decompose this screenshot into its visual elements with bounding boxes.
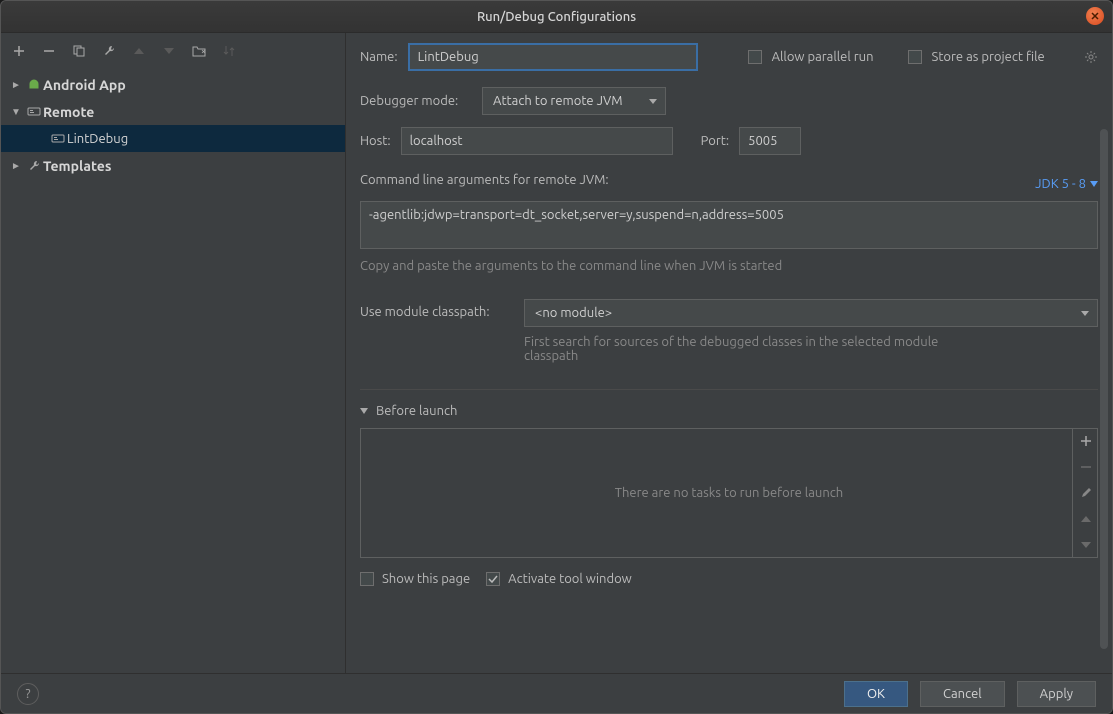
help-icon[interactable]: ? <box>17 683 39 705</box>
right-panel: Name: Allow parallel run Store as projec… <box>346 33 1112 673</box>
wrench-icon[interactable] <box>101 43 117 59</box>
remote-config-icon <box>49 134 67 144</box>
name-input[interactable] <box>408 43 698 71</box>
module-classpath-select[interactable]: <no module> <box>524 299 1098 327</box>
titlebar[interactable]: Run/Debug Configurations <box>1 1 1112 33</box>
before-launch-tasks: There are no tasks to run before launch <box>360 428 1098 558</box>
chevron-right-icon: ► <box>11 160 25 172</box>
tree-label: Templates <box>43 158 111 174</box>
move-task-down-icon[interactable] <box>1073 532 1098 558</box>
before-launch-label: Before launch <box>376 404 457 418</box>
window-title: Run/Debug Configurations <box>477 10 636 24</box>
debugger-mode-value: Attach to remote JVM <box>493 94 623 108</box>
divider <box>360 389 1098 390</box>
cmdline-label: Command line arguments for remote JVM: <box>360 173 609 187</box>
config-toolbar <box>1 33 345 69</box>
before-launch-toolbar <box>1072 428 1098 558</box>
left-panel: ► Android App ▼ Remote LintDebug ► Templ… <box>1 33 346 673</box>
dialog-window: Run/Debug Configurations ► Android A <box>0 0 1113 714</box>
debugger-mode-label: Debugger mode: <box>360 94 472 108</box>
name-label: Name: <box>360 50 398 64</box>
close-icon[interactable] <box>1086 7 1104 25</box>
copy-icon[interactable] <box>71 43 87 59</box>
cancel-button[interactable]: Cancel <box>920 681 1005 707</box>
tree-item-android-app[interactable]: ► Android App <box>1 71 345 98</box>
show-page-label[interactable]: Show this page <box>382 572 470 586</box>
allow-parallel-checkbox[interactable] <box>748 50 762 64</box>
tree-item-remote[interactable]: ▼ Remote <box>1 98 345 125</box>
tree-label: LintDebug <box>67 132 128 146</box>
port-input[interactable] <box>739 127 801 155</box>
scrollbar[interactable] <box>1100 129 1108 669</box>
android-icon <box>25 79 43 91</box>
chevron-down-icon: ▼ <box>11 106 25 118</box>
sort-icon[interactable] <box>221 43 237 59</box>
no-tasks-text: There are no tasks to run before launch <box>615 486 843 500</box>
move-task-up-icon[interactable] <box>1073 506 1098 532</box>
tree-label: Remote <box>43 104 94 120</box>
gear-icon[interactable] <box>1084 50 1098 64</box>
chevron-right-icon: ► <box>11 79 25 91</box>
activate-tool-label[interactable]: Activate tool window <box>508 572 632 586</box>
store-project-label[interactable]: Store as project file <box>932 50 1045 64</box>
host-input[interactable] <box>401 127 673 155</box>
before-launch-header[interactable]: Before launch <box>360 404 1098 418</box>
config-tree: ► Android App ▼ Remote LintDebug ► Templ… <box>1 69 345 673</box>
remove-task-icon[interactable] <box>1073 454 1098 480</box>
dialog-footer: ? OK Cancel Apply <box>1 673 1112 713</box>
activate-tool-checkbox[interactable] <box>486 572 500 586</box>
module-classpath-value: <no module> <box>535 306 612 320</box>
store-project-checkbox[interactable] <box>908 50 922 64</box>
cmdline-args-text[interactable]: -agentlib:jdwp=transport=dt_socket,serve… <box>360 201 1098 249</box>
wrench-icon <box>25 160 43 172</box>
add-task-icon[interactable] <box>1073 428 1098 454</box>
module-classpath-label: Use module classpath: <box>360 299 514 319</box>
show-page-checkbox[interactable] <box>360 572 374 586</box>
jdk-version-link[interactable]: JDK 5 - 8 <box>1035 177 1098 191</box>
host-label: Host: <box>360 134 391 148</box>
folder-icon[interactable] <box>191 43 207 59</box>
debugger-mode-select[interactable]: Attach to remote JVM <box>482 87 666 115</box>
cmdline-hint: Copy and paste the arguments to the comm… <box>360 259 1098 273</box>
allow-parallel-label[interactable]: Allow parallel run <box>772 50 874 64</box>
edit-task-icon[interactable] <box>1073 480 1098 506</box>
remove-icon[interactable] <box>41 43 57 59</box>
tree-item-templates[interactable]: ► Templates <box>1 152 345 179</box>
ok-button[interactable]: OK <box>844 681 908 707</box>
module-hint: First search for sources of the debugged… <box>524 335 964 363</box>
tree-label: Android App <box>43 77 126 93</box>
apply-button[interactable]: Apply <box>1017 681 1096 707</box>
add-icon[interactable] <box>11 43 27 59</box>
remote-icon <box>25 107 43 117</box>
move-up-icon[interactable] <box>131 43 147 59</box>
port-label: Port: <box>701 134 729 148</box>
move-down-icon[interactable] <box>161 43 177 59</box>
tree-item-lintdebug[interactable]: LintDebug <box>1 125 345 152</box>
